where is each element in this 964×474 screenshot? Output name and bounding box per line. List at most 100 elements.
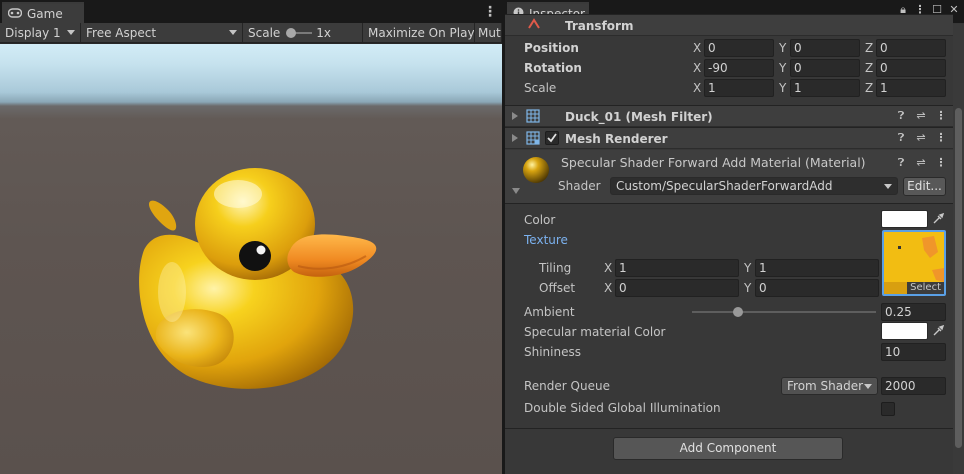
presets-icon[interactable]: ⇌ [915, 109, 927, 123]
axis-x-label: X [693, 81, 702, 95]
help-icon[interactable]: ❓︎ [895, 131, 907, 145]
color-row: Color [505, 210, 953, 230]
scale-label: Scale [524, 81, 557, 95]
tiling-y-field[interactable]: 1 [755, 259, 879, 277]
scale-y-field[interactable]: 1 [790, 79, 860, 97]
axis-x-label: X [693, 41, 702, 55]
axis-x-label: X [604, 261, 613, 275]
eyedropper-icon[interactable] [931, 212, 945, 229]
mesh-filter-header-icons: ❓︎ ⇌ ⋮ [895, 109, 947, 123]
rotation-x-field[interactable]: -90 [704, 59, 774, 77]
rotation-row: Rotation X -90 Y 0 Z 0 [505, 58, 953, 78]
rotation-label: Rotation [524, 61, 582, 75]
aspect-dropdown-label: Free Aspect [86, 25, 157, 40]
mesh-renderer-header[interactable]: Mesh Renderer ❓︎ ⇌ ⋮ [505, 127, 953, 149]
ambient-slider-knob[interactable] [733, 307, 743, 317]
more-options-icon[interactable]: ⋮ [483, 3, 497, 21]
axis-y-label: Y [779, 41, 787, 55]
shader-dropdown-value: Custom/SpecularShaderForwardAdd [616, 179, 833, 193]
double-sided-gi-checkbox[interactable] [881, 402, 895, 416]
double-sided-gi-label: Double Sided Global Illumination [524, 401, 721, 415]
scale-z-field[interactable]: 1 [876, 79, 946, 97]
position-z-field[interactable]: 0 [876, 39, 946, 57]
position-x-field[interactable]: 0 [704, 39, 774, 57]
game-tabbar: Game ⋮ [0, 0, 502, 23]
mesh-filter-header[interactable]: Duck_01 (Mesh Filter) ❓︎ ⇌ ⋮ [505, 105, 953, 127]
offset-row: Offset X 0 Y 0 [505, 278, 953, 298]
ambient-row: Ambient 0.25 [505, 302, 953, 322]
render-queue-value-field[interactable]: 2000 [881, 377, 946, 395]
foldout-arrow-icon[interactable] [512, 134, 518, 142]
transform-axes-icon [527, 18, 541, 33]
maximize-on-play-label: Maximize On Play [368, 25, 475, 40]
edit-shader-button[interactable]: Edit... [903, 177, 946, 196]
color-swatch[interactable] [881, 210, 928, 228]
texture-label[interactable]: Texture [524, 233, 568, 247]
scale-x-field[interactable]: 1 [704, 79, 774, 97]
tiling-row: Tiling X 1 Y 1 [505, 258, 953, 278]
mute-audio-toggle[interactable]: Mute Audio [475, 23, 502, 42]
render-queue-label: Render Queue [524, 379, 610, 393]
checkmark-icon [547, 133, 557, 143]
material-header[interactable]: Specular Shader Forward Add Material (Ma… [505, 150, 953, 203]
eyedropper-icon[interactable] [931, 324, 945, 341]
axis-y-label: Y [779, 81, 787, 95]
shininess-row: Shininess 10 [505, 342, 953, 362]
help-icon[interactable]: ❓︎ [895, 156, 907, 170]
tab-game[interactable]: Game [2, 2, 84, 23]
tiling-x-field[interactable]: 1 [615, 259, 739, 277]
axis-x-label: X [604, 281, 613, 295]
scale-row: Scale X 1 Y 1 Z 1 [505, 78, 953, 98]
game-viewport[interactable] [0, 44, 502, 474]
transform-title: Transform [565, 19, 634, 33]
more-options-icon[interactable]: ⋮ [935, 109, 947, 123]
ambient-label: Ambient [524, 305, 575, 319]
specular-color-swatch[interactable] [881, 322, 928, 340]
ambient-value-field[interactable]: 0.25 [881, 303, 946, 321]
transform-header[interactable]: Transform [505, 14, 953, 36]
specular-color-row: Specular material Color [505, 322, 953, 342]
help-icon[interactable]: ❓︎ [895, 109, 907, 123]
shininess-field[interactable]: 10 [881, 343, 946, 361]
shader-label: Shader [558, 179, 601, 193]
axis-x-label: X [693, 61, 702, 75]
ambient-slider[interactable] [692, 307, 876, 317]
mesh-renderer-title: Mesh Renderer [565, 132, 668, 146]
presets-icon[interactable]: ⇌ [915, 156, 927, 170]
more-options-icon[interactable]: ⋮ [935, 131, 947, 145]
scale-slider[interactable] [286, 27, 313, 38]
mute-audio-label: Mute Audio [478, 25, 501, 40]
inspector-scrollbar[interactable] [953, 24, 964, 474]
shininess-label: Shininess [524, 345, 581, 359]
material-preview-sphere-icon [522, 156, 550, 187]
offset-x-field[interactable]: 0 [615, 279, 739, 297]
foldout-arrow-icon[interactable] [512, 112, 518, 120]
render-queue-row: Render Queue From Shader 2000 [505, 376, 953, 396]
inspector-scrollbar-thumb[interactable] [955, 108, 962, 448]
shader-dropdown[interactable]: Custom/SpecularShaderForwardAdd [610, 177, 898, 195]
scale-control: Scale 1x [243, 23, 363, 42]
presets-icon[interactable]: ⇌ [915, 131, 927, 145]
display-dropdown[interactable]: Display 1 [0, 23, 81, 42]
mesh-renderer-header-icons: ❓︎ ⇌ ⋮ [895, 131, 947, 145]
add-component-button[interactable]: Add Component [613, 437, 843, 460]
offset-y-field[interactable]: 0 [755, 279, 879, 297]
divider [505, 203, 953, 204]
maximize-on-play-toggle[interactable]: Maximize On Play [363, 23, 475, 42]
render-queue-dropdown[interactable]: From Shader [781, 377, 878, 395]
foldout-arrow-icon[interactable] [512, 188, 520, 194]
color-label: Color [524, 213, 556, 227]
scale-slider-knob[interactable] [286, 27, 297, 38]
rotation-y-field[interactable]: 0 [790, 59, 860, 77]
position-y-field[interactable]: 0 [790, 39, 860, 57]
axis-z-label: Z [865, 61, 874, 75]
rubber-duck-model [139, 168, 377, 389]
aspect-dropdown[interactable]: Free Aspect [81, 23, 243, 42]
scale-value: 1x [316, 25, 332, 40]
more-options-icon[interactable]: ⋮ [935, 156, 947, 170]
offset-label: Offset [539, 281, 576, 295]
inspector-panel: Inspector 🔒︎ ⋮ ☐ ✕ Transform Position X … [505, 0, 964, 474]
rotation-z-field[interactable]: 0 [876, 59, 946, 77]
axis-y-label: Y [744, 281, 752, 295]
mesh-renderer-enabled-checkbox[interactable] [545, 131, 559, 145]
